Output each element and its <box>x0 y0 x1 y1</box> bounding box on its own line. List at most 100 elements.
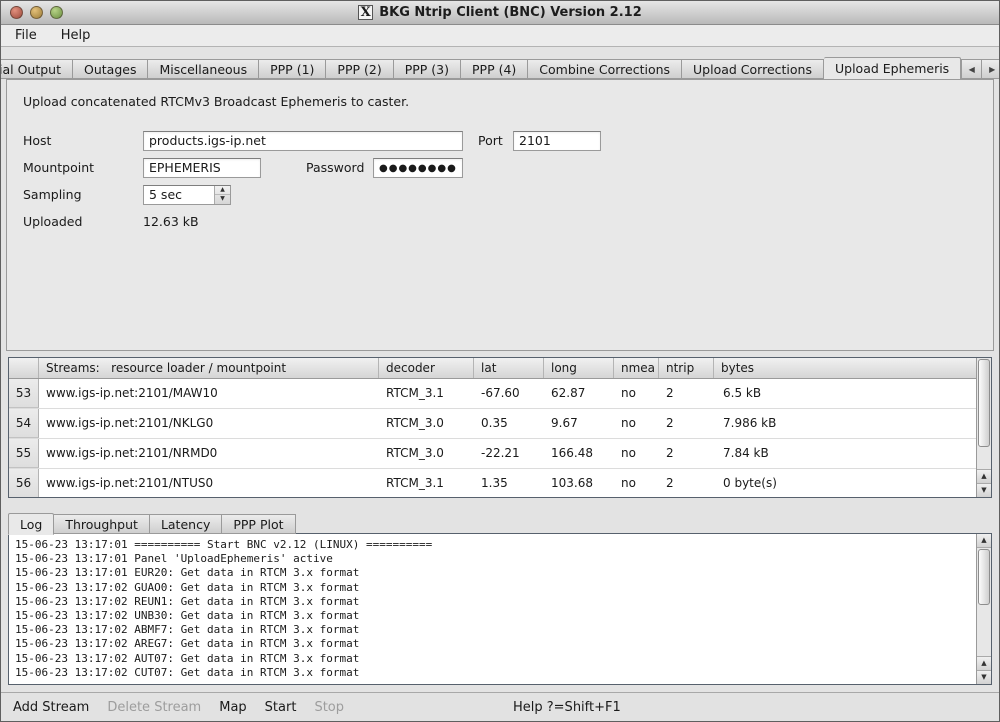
long-cell: 9.67 <box>544 409 614 438</box>
log-tabbar: Log Throughput Latency PPP Plot <box>8 512 999 534</box>
nmea-cell: no <box>614 379 659 408</box>
panel-description: Upload concatenated RTCMv3 Broadcast Eph… <box>23 94 993 109</box>
log-scrollbar: ▲ ▲ ▼ <box>976 534 991 684</box>
window-title-text: BKG Ntrip Client (BNC) Version 2.12 <box>379 5 642 20</box>
lat-cell: 0.35 <box>474 409 544 438</box>
header-mountpoint: Streams: resource loader / mountpoint <box>39 358 379 378</box>
port-label: Port <box>478 133 513 148</box>
tab-throughput[interactable]: Throughput <box>54 514 150 534</box>
host-label: Host <box>23 133 143 148</box>
streams-scrollbar: ▲ ▼ <box>976 358 991 497</box>
ntrip-cell: 2 <box>659 379 714 408</box>
bnc-window: X BKG Ntrip Client (BNC) Version 2.12 Fi… <box>0 0 1000 722</box>
tab-scroll-left-icon[interactable]: ◀ <box>961 59 982 79</box>
password-input[interactable]: ●●●●●●●● <box>373 158 463 178</box>
tab-ppp-1[interactable]: PPP (1) <box>259 59 326 79</box>
stream-row[interactable]: 53 www.igs-ip.net:2101/MAW10 RTCM_3.1 -6… <box>9 379 976 409</box>
minimize-window-button[interactable] <box>30 6 43 19</box>
log-line: 15-06-23 13:17:02 ABMF7: Get data in RTC… <box>15 623 976 637</box>
tab-ppp-3[interactable]: PPP (3) <box>394 59 461 79</box>
header-corner-cell <box>9 358 39 378</box>
decoder-cell: RTCM_3.0 <box>379 409 474 438</box>
long-cell: 103.68 <box>544 469 614 497</box>
row-number-cell: 56 <box>9 469 39 497</box>
window-controls <box>10 6 63 19</box>
tab-latency[interactable]: Latency <box>150 514 222 534</box>
password-label: Password <box>306 160 373 175</box>
host-input[interactable]: products.igs-ip.net <box>143 131 463 151</box>
stop-button: Stop <box>314 700 344 715</box>
mountpoint-input[interactable]: EPHEMERIS <box>143 158 261 178</box>
stream-row[interactable]: 55 www.igs-ip.net:2101/NRMD0 RTCM_3.0 -2… <box>9 439 976 469</box>
sampling-spinbox[interactable]: 5 sec ▲ ▼ <box>143 185 231 205</box>
upload-ephemeris-panel: Upload concatenated RTCMv3 Broadcast Eph… <box>6 79 994 351</box>
log-text: 15-06-23 13:17:01 ========== Start BNC v… <box>9 534 976 684</box>
bottom-toolbar: Add Stream Delete Stream Map Start Stop … <box>1 692 999 721</box>
tab-scrollers: ◀ ▶ <box>961 59 999 79</box>
nmea-cell: no <box>614 439 659 468</box>
add-stream-button[interactable]: Add Stream <box>13 700 89 715</box>
scroll-down-icon[interactable]: ▼ <box>977 670 991 684</box>
menu-file[interactable]: File <box>13 27 39 44</box>
long-cell: 166.48 <box>544 439 614 468</box>
bytes-cell: 7.986 kB <box>714 409 976 438</box>
streams-table-header: Streams: resource loader / mountpoint de… <box>9 358 976 379</box>
scroll-down-icon[interactable]: ▼ <box>977 483 991 497</box>
nmea-cell: no <box>614 469 659 497</box>
close-window-button[interactable] <box>10 6 23 19</box>
tab-serial-output[interactable]: ial Output <box>1 59 73 79</box>
scrollbar-thumb[interactable] <box>978 359 990 447</box>
header-long: long <box>544 358 614 378</box>
sampling-value: 5 sec <box>144 186 214 204</box>
log-view: 15-06-23 13:17:01 ========== Start BNC v… <box>8 533 992 685</box>
tab-combine-corrections[interactable]: Combine Corrections <box>528 59 682 79</box>
scroll-up-icon[interactable]: ▲ <box>977 469 991 483</box>
decoder-cell: RTCM_3.1 <box>379 469 474 497</box>
header-lat: lat <box>474 358 544 378</box>
lat-cell: -67.60 <box>474 379 544 408</box>
scroll-up-icon[interactable]: ▲ <box>977 656 991 670</box>
menu-help[interactable]: Help <box>59 27 93 44</box>
mountpoint-label: Mountpoint <box>23 160 143 175</box>
tab-ppp-plot[interactable]: PPP Plot <box>222 514 295 534</box>
menubar: File Help <box>1 25 999 47</box>
port-input[interactable]: 2101 <box>513 131 601 151</box>
main-tabbar: ial Output Outages Miscellaneous PPP (1)… <box>1 56 999 79</box>
tab-miscellaneous[interactable]: Miscellaneous <box>148 59 259 79</box>
tab-log[interactable]: Log <box>8 513 54 535</box>
streams-table-body: Streams: resource loader / mountpoint de… <box>9 358 976 497</box>
delete-stream-button: Delete Stream <box>107 700 201 715</box>
ntrip-cell: 2 <box>659 469 714 497</box>
long-cell: 62.87 <box>544 379 614 408</box>
uploaded-row: Uploaded 12.63 kB <box>23 208 993 235</box>
tab-upload-ephemeris[interactable]: Upload Ephemeris <box>824 57 961 79</box>
zoom-window-button[interactable] <box>50 6 63 19</box>
tab-scroll-right-icon[interactable]: ▶ <box>982 59 999 79</box>
tab-outages[interactable]: Outages <box>73 59 148 79</box>
nmea-cell: no <box>614 409 659 438</box>
uploaded-label: Uploaded <box>23 214 143 229</box>
log-line: 15-06-23 13:17:02 CUT07: Get data in RTC… <box>15 666 976 680</box>
decoder-cell: RTCM_3.1 <box>379 379 474 408</box>
scrollbar-thumb[interactable] <box>978 549 990 605</box>
spin-down-icon[interactable]: ▼ <box>215 195 230 204</box>
mountpoint-cell: www.igs-ip.net:2101/NTUS0 <box>39 469 379 497</box>
uploaded-value: 12.63 kB <box>143 214 199 229</box>
lat-cell: 1.35 <box>474 469 544 497</box>
map-button[interactable]: Map <box>219 700 246 715</box>
spin-up-icon[interactable]: ▲ <box>215 186 230 196</box>
tab-upload-corrections[interactable]: Upload Corrections <box>682 59 824 79</box>
scroll-up-icon[interactable]: ▲ <box>977 534 991 548</box>
tab-ppp-2[interactable]: PPP (2) <box>326 59 393 79</box>
log-line: 15-06-23 13:17:02 AREG7: Get data in RTC… <box>15 637 976 651</box>
start-button[interactable]: Start <box>265 700 297 715</box>
stream-row[interactable]: 56 www.igs-ip.net:2101/NTUS0 RTCM_3.1 1.… <box>9 469 976 497</box>
tab-ppp-4[interactable]: PPP (4) <box>461 59 528 79</box>
log-line: 15-06-23 13:17:01 Panel 'UploadEphemeris… <box>15 552 976 566</box>
log-line: 15-06-23 13:17:02 UNB30: Get data in RTC… <box>15 609 976 623</box>
lat-cell: -22.21 <box>474 439 544 468</box>
stream-row[interactable]: 54 www.igs-ip.net:2101/NKLG0 RTCM_3.0 0.… <box>9 409 976 439</box>
titlebar: X BKG Ntrip Client (BNC) Version 2.12 <box>1 1 999 25</box>
ntrip-cell: 2 <box>659 439 714 468</box>
help-shortcut-label: Help ?=Shift+F1 <box>513 700 621 715</box>
